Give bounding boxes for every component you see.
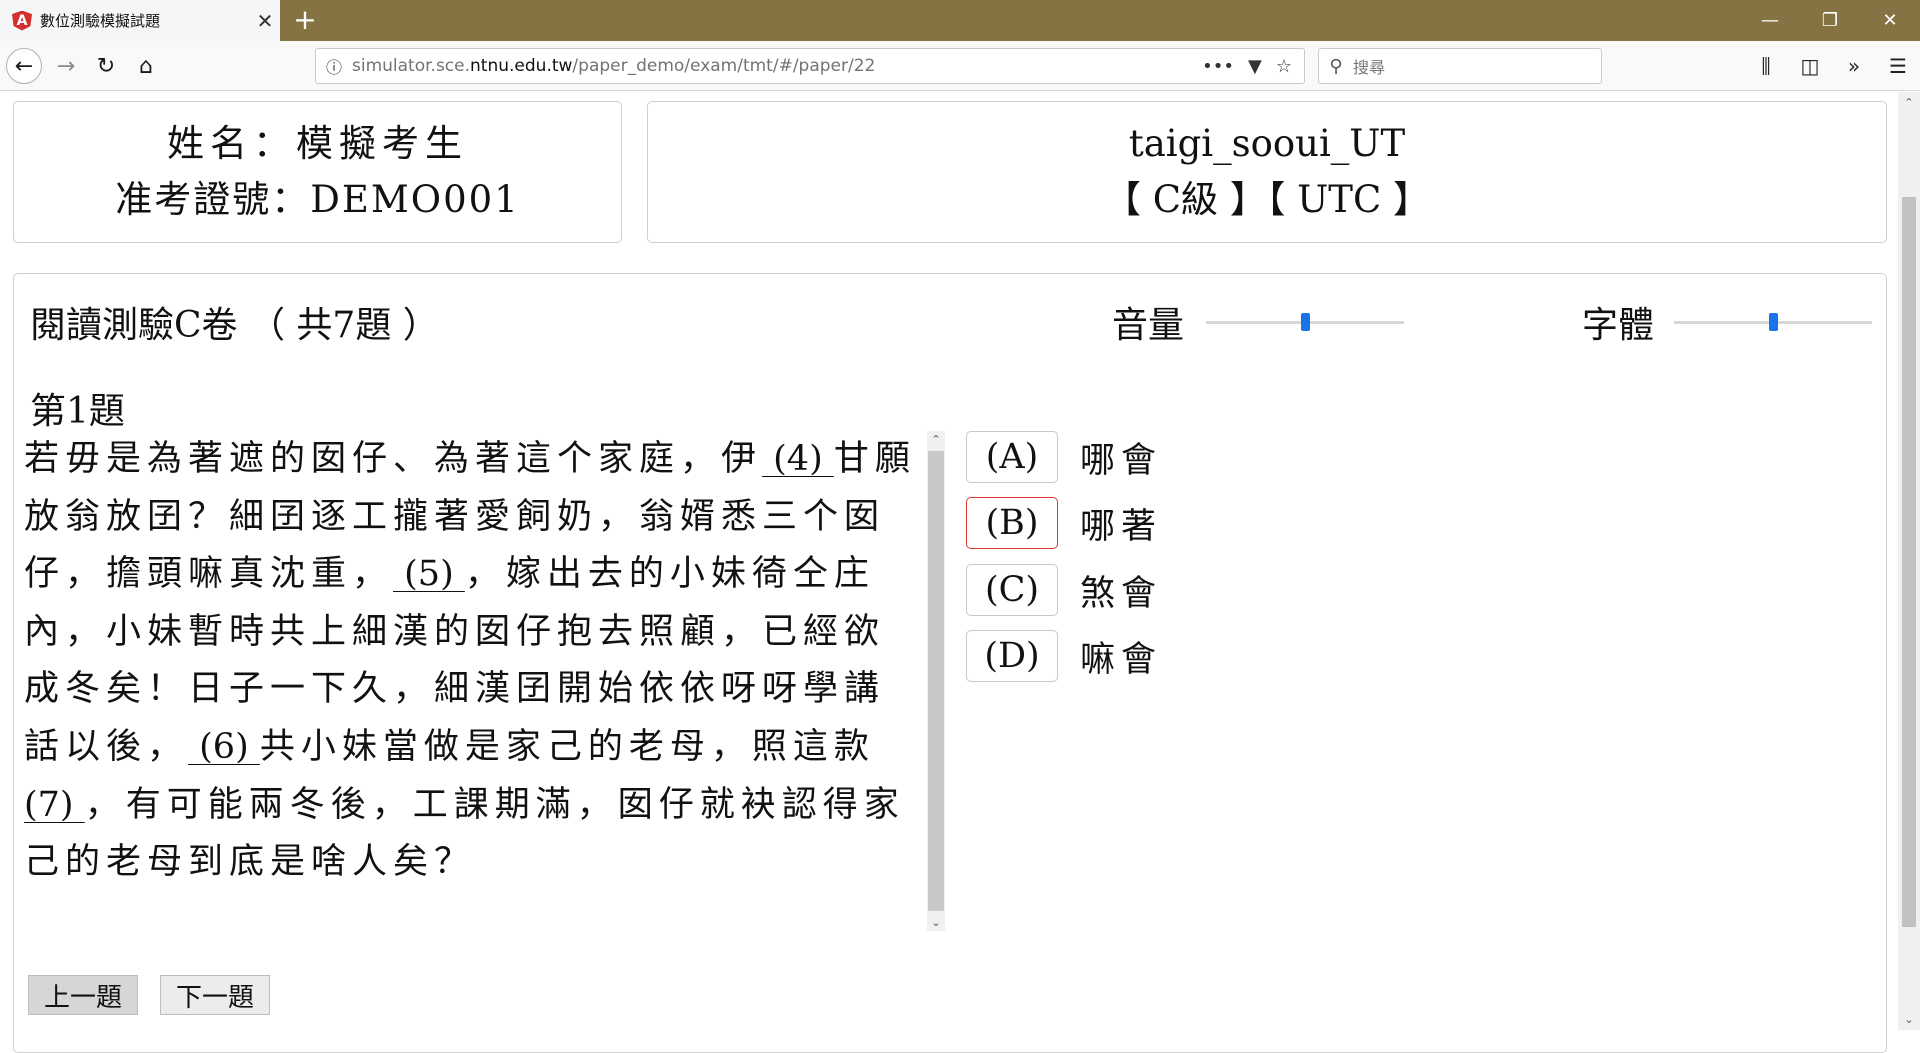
back-arrow-icon[interactable]: ← xyxy=(6,48,42,84)
tab-title: 數位測驗模擬試題 xyxy=(40,12,161,30)
search-placeholder: 搜尋 xyxy=(1353,58,1386,77)
option-c-text: 煞會 xyxy=(1080,573,1163,614)
option-b-text: 哪著 xyxy=(1080,506,1163,547)
volume-slider[interactable] xyxy=(1206,313,1404,331)
passage-text-5: ，有可能兩冬後，工課期滿，囡仔就袂認得家己的老母到底是啥人矣？ xyxy=(24,784,905,883)
angular-favicon-icon: A xyxy=(12,10,32,31)
passage-scroll-thumb[interactable] xyxy=(928,451,944,911)
passage-scrollbar[interactable]: ⌃ ⌄ xyxy=(927,431,945,931)
option-d-button[interactable]: (D) xyxy=(966,630,1058,682)
passage-text-4: 共小妹當做是家己的老母，照這款 xyxy=(259,726,875,767)
site-info-icon[interactable]: ⓘ xyxy=(316,54,352,78)
volume-label: 音量 xyxy=(1112,305,1185,346)
question-card: 閱讀測驗C卷 （ 共7題 ） 音量 字體 第1題 若毋是為著遮的囡仔、為著這个家… xyxy=(13,273,1887,1053)
navigation-bar: ← → ↻ ⌂ ⓘ simulator.sce.ntnu.edu.tw/pape… xyxy=(0,41,1920,91)
previous-question-button[interactable]: 上一題 xyxy=(28,975,138,1015)
window-close-icon[interactable]: ✕ xyxy=(1860,0,1920,41)
url-path: /paper_demo/exam/tmt/#/paper/22 xyxy=(572,56,876,76)
sidebar-icon[interactable]: ◫ xyxy=(1788,54,1832,78)
overflow-chevron-icon[interactable]: » xyxy=(1832,54,1876,78)
option-b[interactable]: (B) 哪著 xyxy=(966,497,1162,549)
page-scroll-up-icon[interactable]: ⌃ xyxy=(1898,96,1920,109)
browser-tab[interactable]: A 數位測驗模擬試題 ✕ xyxy=(0,0,280,41)
minimize-icon[interactable]: — xyxy=(1740,0,1800,41)
pocket-icon[interactable]: ▼ xyxy=(1248,56,1262,77)
bookmark-star-icon[interactable]: ☆ xyxy=(1276,56,1292,77)
option-a[interactable]: (A) 哪會 xyxy=(966,431,1162,483)
new-tab-button[interactable]: + xyxy=(290,4,320,36)
option-c-button[interactable]: (C) xyxy=(966,564,1058,616)
option-a-text: 哪會 xyxy=(1080,440,1163,481)
option-b-button[interactable]: (B) xyxy=(966,497,1058,549)
blank-6: (6) xyxy=(188,726,260,767)
url-text[interactable]: simulator.sce.ntnu.edu.tw/paper_demo/exa… xyxy=(352,56,1202,76)
passage-text-1: 若毋是為著遮的囡仔、為著這个家庭，伊 xyxy=(24,439,763,479)
exam-page: 姓名：模擬考生 准考證號：DEMO001 taigi_sooui_UT 【 C級… xyxy=(0,92,1898,1053)
next-question-button[interactable]: 下一題 xyxy=(160,975,270,1015)
home-icon[interactable]: ⌂ xyxy=(128,48,164,84)
tab-bar: A 數位測驗模擬試題 ✕ + — ❐ ✕ xyxy=(0,0,1920,41)
search-bar[interactable]: ⚲ 搜尋 xyxy=(1318,48,1602,84)
reading-passage: 若毋是為著遮的囡仔、為著這个家庭，伊 (4) 甘願放翁放囝？細囝逐工攏著愛飼奶，… xyxy=(24,431,924,892)
volume-slider-thumb[interactable] xyxy=(1301,313,1310,331)
blank-4: (4) xyxy=(762,439,834,479)
hamburger-menu-icon[interactable]: ☰ xyxy=(1876,54,1920,78)
library-icon[interactable]: ⫼ xyxy=(1744,54,1788,78)
blank-5: (5) xyxy=(393,554,465,595)
page-scroll-thumb[interactable] xyxy=(1902,197,1916,927)
exam-code: taigi_sooui_UT xyxy=(1128,122,1406,165)
url-actions: ••• ▼ ☆ xyxy=(1202,56,1304,77)
page-scroll-down-icon[interactable]: ⌄ xyxy=(1898,1013,1920,1026)
passage-panel: 若毋是為著遮的囡仔、為著這个家庭，伊 (4) 甘願放翁放囝？細囝逐工攏著愛飼奶，… xyxy=(24,431,945,931)
url-bar[interactable]: ⓘ simulator.sce.ntnu.edu.tw/paper_demo/e… xyxy=(315,48,1305,84)
reload-icon[interactable]: ↻ xyxy=(88,48,124,84)
question-number: 第1題 xyxy=(30,391,125,432)
blank-7: (7) xyxy=(24,784,85,825)
exam-level: 【 C級 】【 UTC 】 xyxy=(1103,178,1431,221)
toolbar-right: ⫼ ◫ » ☰ xyxy=(1744,48,1920,84)
scroll-up-icon[interactable]: ⌃ xyxy=(927,433,945,446)
option-c[interactable]: (C) 煞會 xyxy=(966,564,1162,616)
font-size-slider[interactable] xyxy=(1674,313,1872,331)
tab-close-icon[interactable]: ✕ xyxy=(250,9,280,33)
restore-icon[interactable]: ❐ xyxy=(1800,0,1860,41)
url-host: ntnu.edu.tw xyxy=(470,56,573,76)
candidate-info-card: 姓名：模擬考生 准考證號：DEMO001 xyxy=(13,101,622,243)
font-size-slider-thumb[interactable] xyxy=(1769,313,1778,331)
exam-info-card: taigi_sooui_UT 【 C級 】【 UTC 】 xyxy=(647,101,1887,243)
url-prefix: simulator.sce. xyxy=(352,56,471,76)
option-a-button[interactable]: (A) xyxy=(966,431,1058,483)
option-d-text: 嘛會 xyxy=(1080,639,1163,680)
window-controls: — ❐ ✕ xyxy=(1740,0,1920,41)
candidate-id: 准考證號：DEMO001 xyxy=(115,178,520,221)
search-icon: ⚲ xyxy=(1329,55,1343,77)
section-title: 閱讀測驗C卷 （ 共7題 ） xyxy=(30,305,439,346)
font-size-label: 字體 xyxy=(1582,305,1655,346)
forward-arrow-icon[interactable]: → xyxy=(48,48,84,84)
candidate-name: 姓名：模擬考生 xyxy=(167,122,468,165)
page-scrollbar[interactable]: ⌃ ⌄ xyxy=(1898,92,1920,1030)
scroll-down-icon[interactable]: ⌄ xyxy=(927,916,945,929)
option-d[interactable]: (D) 嘛會 xyxy=(966,630,1162,682)
page-actions-icon[interactable]: ••• xyxy=(1202,56,1234,77)
